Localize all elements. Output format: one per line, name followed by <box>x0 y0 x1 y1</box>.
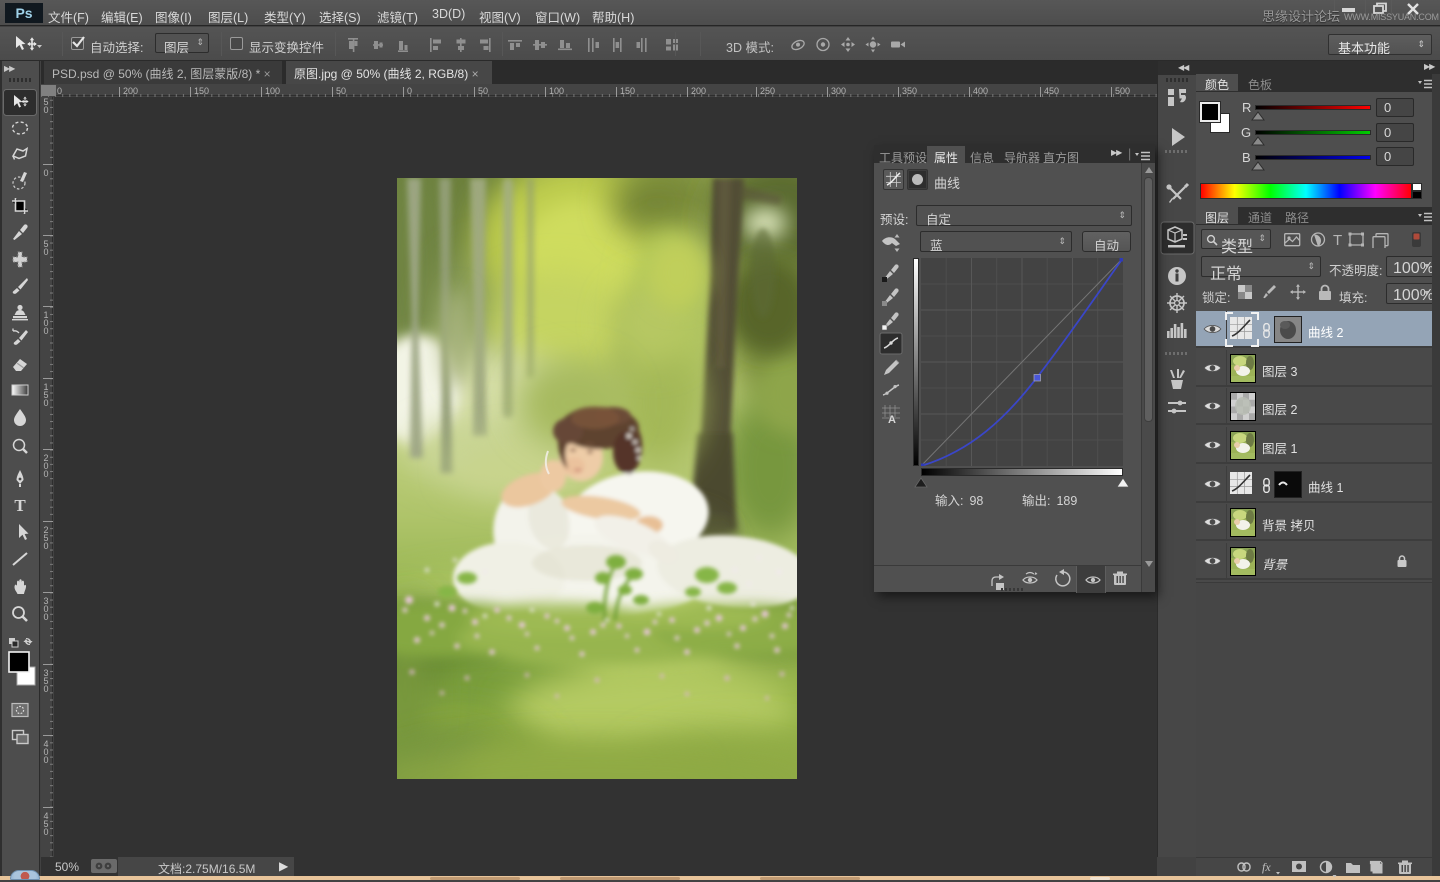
svg-text:200: 200 <box>123 86 138 96</box>
svg-text:0: 0 <box>43 168 48 178</box>
svg-text:0: 0 <box>43 684 48 694</box>
svg-text:0: 0 <box>43 827 48 837</box>
svg-text:300: 300 <box>831 86 846 96</box>
svg-text:0: 0 <box>43 398 48 408</box>
svg-text:T: T <box>14 496 26 515</box>
svg-text:0: 0 <box>57 86 62 96</box>
svg-text:fx: fx <box>1262 860 1271 874</box>
svg-text:0: 0 <box>43 469 48 479</box>
svg-text:0: 0 <box>43 105 48 115</box>
svg-text:0: 0 <box>407 86 412 96</box>
svg-text:100: 100 <box>549 86 564 96</box>
svg-text:0: 0 <box>43 755 48 765</box>
svg-text:150: 150 <box>194 86 209 96</box>
svg-text:0: 0 <box>43 541 48 551</box>
svg-text:A: A <box>888 414 896 426</box>
svg-text:200: 200 <box>691 86 706 96</box>
svg-text:50: 50 <box>336 86 346 96</box>
svg-text:450: 450 <box>1044 86 1059 96</box>
svg-text:50: 50 <box>478 86 488 96</box>
svg-text:0: 0 <box>43 247 48 257</box>
svg-text:0: 0 <box>43 326 48 336</box>
svg-text:0: 0 <box>43 612 48 622</box>
svg-text:T: T <box>1333 232 1342 248</box>
svg-text:350: 350 <box>902 86 917 96</box>
svg-text:400: 400 <box>973 86 988 96</box>
svg-text:500: 500 <box>1115 86 1130 96</box>
svg-text:150: 150 <box>620 86 635 96</box>
svg-text:100: 100 <box>265 86 280 96</box>
svg-text:250: 250 <box>760 86 775 96</box>
